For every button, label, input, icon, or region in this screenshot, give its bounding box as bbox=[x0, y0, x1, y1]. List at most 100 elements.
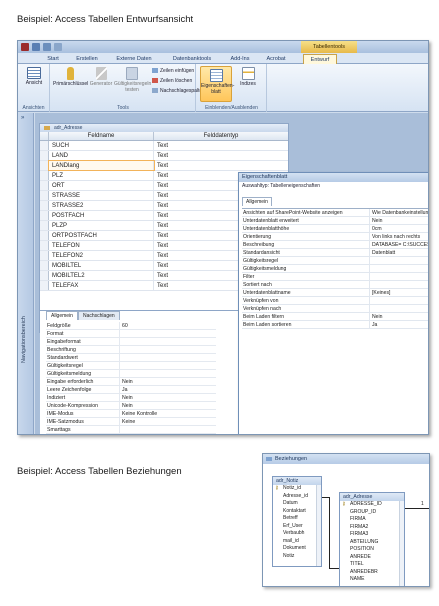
property-row[interactable]: Gültigkeitsregel bbox=[46, 362, 216, 370]
table-row[interactable]: LANDlang Text bbox=[40, 160, 288, 171]
property-value[interactable]: Nein bbox=[370, 313, 428, 320]
row-selector[interactable] bbox=[40, 261, 49, 270]
table-field[interactable]: FIRMA2 bbox=[340, 524, 404, 532]
property-row[interactable]: Beim Laden filtern Nein bbox=[242, 313, 428, 321]
row-selector[interactable] bbox=[40, 191, 49, 200]
table-field[interactable]: Erf_User bbox=[273, 523, 321, 531]
property-value[interactable] bbox=[120, 338, 216, 345]
row-selector[interactable] bbox=[40, 151, 49, 160]
property-row[interactable]: Ansichten auf SharePoint-Website anzeige… bbox=[242, 209, 428, 217]
property-row[interactable]: Leere Zeichenfolge Ja bbox=[46, 386, 216, 394]
table-field[interactable]: ANREDEBR bbox=[340, 569, 404, 577]
field-name-cell[interactable]: TELEFON2 bbox=[49, 251, 154, 260]
field-name-cell[interactable]: TELEFON bbox=[49, 241, 154, 250]
tab-nachschlagen[interactable]: Nachschlagen bbox=[77, 311, 120, 320]
property-row[interactable]: IME-Modus Keine Kontrolle bbox=[46, 410, 216, 418]
tab-add-ins[interactable]: Add-Ins bbox=[228, 54, 252, 64]
property-row[interactable]: Standardwert bbox=[46, 354, 216, 362]
property-value[interactable] bbox=[370, 281, 428, 288]
indizes-button[interactable]: Indizes bbox=[235, 67, 261, 87]
tab-acrobat[interactable]: Acrobat bbox=[263, 54, 289, 64]
table-box-scrollbar[interactable] bbox=[399, 501, 404, 586]
property-value[interactable] bbox=[120, 426, 216, 433]
property-row[interactable]: Unterdatenblatt erweitert Nein bbox=[242, 217, 428, 225]
access-logo-icon[interactable] bbox=[21, 43, 29, 51]
field-type-cell[interactable]: Text bbox=[154, 161, 288, 170]
table-field[interactable]: ANREDE bbox=[340, 554, 404, 562]
relationship-line[interactable] bbox=[329, 568, 339, 569]
property-row[interactable]: Smarttags bbox=[46, 426, 216, 434]
primaerschluessel-button[interactable]: Primärschlüssel bbox=[53, 67, 88, 87]
property-value[interactable]: 0cm bbox=[370, 225, 428, 232]
property-row[interactable]: Eingabe erforderlich Nein bbox=[46, 378, 216, 386]
table-field[interactable]: ADRESSE_ID bbox=[340, 501, 404, 509]
table-field[interactable]: TITEL bbox=[340, 561, 404, 569]
property-value[interactable] bbox=[370, 305, 428, 312]
property-row[interactable]: Gültigkeitsmeldung bbox=[242, 265, 428, 273]
field-type-cell[interactable]: Text bbox=[154, 151, 288, 160]
field-name-cell[interactable]: MOBILTEL bbox=[49, 261, 154, 270]
table-field[interactable]: Datum bbox=[273, 500, 321, 508]
field-name-cell[interactable]: STRASSE bbox=[49, 191, 154, 200]
undo-icon[interactable] bbox=[43, 43, 51, 51]
field-type-cell[interactable]: Text bbox=[154, 141, 288, 150]
field-name-cell[interactable]: ORTPOSTFACH bbox=[49, 231, 154, 240]
table-box-scrollbar[interactable] bbox=[316, 485, 321, 566]
table-field[interactable]: Adresse_id bbox=[273, 493, 321, 501]
table-field[interactable]: POSITION bbox=[340, 546, 404, 554]
eigenschaftenblatt-button[interactable]: Eigenschaften-blatt bbox=[200, 66, 234, 102]
property-value[interactable]: Nein bbox=[120, 402, 216, 409]
tab-externe-daten[interactable]: Externe Daten bbox=[113, 54, 155, 64]
property-row[interactable]: Format bbox=[46, 330, 216, 338]
table-row[interactable]: LAND Text bbox=[40, 151, 288, 161]
property-value[interactable]: Von links nach rechts bbox=[370, 233, 428, 240]
field-name-cell[interactable]: LAND bbox=[49, 151, 154, 160]
tab-entwurf[interactable]: Entwurf bbox=[303, 54, 337, 64]
property-row[interactable]: Eingabeformat bbox=[46, 338, 216, 346]
row-selector[interactable] bbox=[40, 241, 49, 250]
row-selector[interactable] bbox=[40, 221, 49, 230]
tab-erstellen[interactable]: Erstellen bbox=[74, 54, 100, 64]
property-value[interactable]: Wie Datenbankeinstellung bbox=[370, 209, 428, 216]
property-row[interactable]: Verknüpfen nach bbox=[242, 305, 428, 313]
table-box-adr-notiz[interactable]: adr_Notiz Notiz_idAdresse_idDatumKontakt… bbox=[272, 476, 322, 567]
table-field[interactable]: mail_id bbox=[273, 538, 321, 546]
row-selector[interactable] bbox=[40, 201, 49, 210]
property-value[interactable] bbox=[370, 257, 428, 264]
expand-chevron-icon[interactable]: » bbox=[21, 115, 24, 121]
nachschlagespalte-button[interactable]: Nachschlagespalte bbox=[152, 88, 202, 95]
zeilen-einfuegen-button[interactable]: Zeilen einfügen bbox=[152, 68, 194, 75]
property-row[interactable]: Gültigkeitsregel bbox=[242, 257, 428, 265]
ansicht-button[interactable]: Ansicht bbox=[21, 67, 47, 86]
property-value[interactable] bbox=[370, 297, 428, 304]
property-row[interactable]: Filter bbox=[242, 273, 428, 281]
property-row[interactable]: Beim Laden sortieren Ja bbox=[242, 321, 428, 329]
table-field[interactable]: Notiz_id bbox=[273, 485, 321, 493]
field-name-cell[interactable]: PLZ bbox=[49, 171, 154, 180]
property-value[interactable] bbox=[120, 346, 216, 353]
property-value[interactable]: [Keines] bbox=[370, 289, 428, 296]
property-value[interactable]: DATABASE= C:\SUCCESSC( bbox=[370, 241, 428, 248]
row-selector[interactable] bbox=[40, 271, 49, 280]
table-field[interactable]: Betreff bbox=[273, 515, 321, 523]
save-icon[interactable] bbox=[32, 43, 40, 51]
document-tab[interactable]: adr_Adresse bbox=[40, 124, 288, 132]
field-name-cell[interactable]: STRASSE2 bbox=[49, 201, 154, 210]
row-selector[interactable] bbox=[40, 141, 49, 150]
field-name-cell[interactable]: LANDlang bbox=[48, 160, 155, 171]
field-name-cell[interactable]: PLZP bbox=[49, 221, 154, 230]
row-selector[interactable] bbox=[40, 251, 49, 260]
table-row[interactable]: SUCH Text bbox=[40, 141, 288, 151]
table-box-adr-adresse[interactable]: adr_Adresse ADRESSE_IDGROUP_IDFIRMAFIRMA… bbox=[339, 492, 405, 586]
property-row[interactable]: IME-Satzmodus Keine bbox=[46, 418, 216, 426]
relationships-tab[interactable]: Beziehungen bbox=[263, 454, 429, 464]
table-field[interactable]: FIRMA bbox=[340, 516, 404, 524]
property-value[interactable]: Datenblatt bbox=[370, 249, 428, 256]
table-field[interactable]: Kontaktart bbox=[273, 508, 321, 516]
property-row[interactable]: Indiziert Nein bbox=[46, 394, 216, 402]
tab-allgemein[interactable]: Allgemein bbox=[46, 311, 78, 320]
relationship-line[interactable] bbox=[329, 497, 330, 568]
property-value[interactable]: Keine Kontrolle bbox=[120, 410, 216, 417]
property-row[interactable]: Feldgröße 60 bbox=[46, 322, 216, 330]
table-field[interactable]: GROUP_ID bbox=[340, 509, 404, 517]
